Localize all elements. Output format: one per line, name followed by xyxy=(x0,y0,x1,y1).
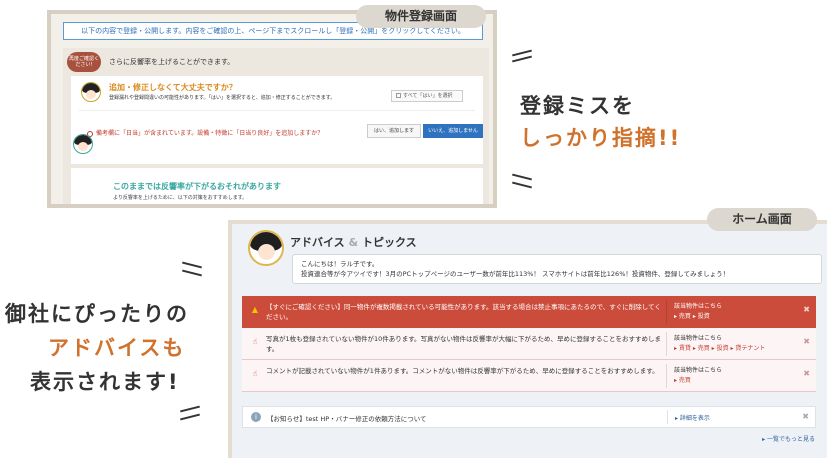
caption-mistake-line2: しっかり指摘!! xyxy=(520,126,682,150)
response-drop-card: このままでは反響率が下がるおそれがあります より反響率を上げるために、以下の対策… xyxy=(71,168,483,204)
select-all-yes-button[interactable]: すべて「はい」を選択 xyxy=(391,90,463,102)
improvement-panel-title: さらに反響率を上げることができます。 xyxy=(109,58,235,66)
accent-dash xyxy=(182,269,202,277)
divider xyxy=(666,300,667,324)
accent-dash xyxy=(180,405,200,413)
close-icon[interactable]: ✖ xyxy=(803,305,810,314)
check-card-subtitle: 登録漏れや登録間違いの可能性があります。「はい」を選択すると、追加・修正すること… xyxy=(109,95,336,101)
accent-dash xyxy=(512,55,532,63)
divider xyxy=(666,364,667,388)
alert-message: 写真が1枚も登録されていない物件が10件あります。写真がない物件は反響率が大幅に… xyxy=(266,335,662,353)
alert-row: ☝ 写真が1枚も登録されていない物件が10件あります。写真がない物件は反響率が大… xyxy=(242,328,816,360)
caption-advice-line2: アドバイスも xyxy=(48,336,186,360)
info-icon: i xyxy=(251,412,261,422)
improvement-panel: 再度ご確認ください! さらに反響率を上げることができます。 追加・修正しなくて大… xyxy=(63,48,489,204)
advisor-message: 投資連合等が今アツイです！3月のPCトップページのユーザー数が前年比113%！ … xyxy=(301,270,730,278)
alert-side: 該当物件はこちら ▸ 賃貸 ▸ 売買 ▸ 投資 ▸ 貸テナント xyxy=(674,334,794,354)
home-screen-body: アドバイス & トピックス こんにちは！ラル子です。 投資連合等が今アツイです！… xyxy=(232,224,827,458)
caption-mistake-line1: 登録ミスを xyxy=(520,94,635,118)
alert-list: ▲ 【すぐにご確認ください】同一物件が複数掲載されている可能性があります。該当す… xyxy=(242,296,816,392)
see-more-link[interactable]: ▸ 一覧でもっと見る xyxy=(762,434,815,443)
alert-side: 該当物件はこちら ▸ 売買 ▸ 投資 xyxy=(674,302,794,322)
home-screen-tag: ホーム画面 xyxy=(707,208,817,231)
close-icon[interactable]: ✖ xyxy=(803,337,810,346)
yes-add-button[interactable]: はい、追加します xyxy=(367,124,421,138)
alert-message: コメントが記載されていない物件が1件あります。コメントがない物件は反響率が下がる… xyxy=(266,367,659,375)
alert-property-links[interactable]: ▸ 売買 ▸ 投資 xyxy=(674,312,794,322)
alert-row: ▲ 【すぐにご確認ください】同一物件が複数掲載されている可能性があります。該当す… xyxy=(242,296,816,328)
close-icon[interactable]: ✖ xyxy=(803,369,810,378)
advisor-avatar-icon xyxy=(81,82,101,102)
divider xyxy=(666,332,667,356)
response-drop-title: このままでは反響率が下がるおそれがあります xyxy=(113,182,281,191)
info-row: i 【お知らせ】test HP・バナー修正の依頼方法について ▸ 詳細を表示 ✖ xyxy=(242,406,816,428)
caption-advice-line3: 表示されます! xyxy=(30,370,180,394)
alert-property-links[interactable]: ▸ 賃貸 ▸ 売買 ▸ 投資 ▸ 貸テナント xyxy=(674,344,794,354)
response-drop-subtitle: より反響率を上げるために、以下の対策をおすすめします。 xyxy=(113,195,248,201)
registration-screen-tag: 物件登録画面 xyxy=(356,5,486,28)
advisor-avatar-icon xyxy=(248,230,284,266)
info-message: 【お知らせ】test HP・バナー修正の依頼方法について xyxy=(267,415,427,423)
alert-row: ☝ コメントが記載されていない物件が1件あります。コメントがない物件は反響率が下… xyxy=(242,360,816,392)
reconfirm-bubble: 再度ご確認ください! xyxy=(67,52,101,72)
advisor-greeting: こんにちは！ラル子です。 xyxy=(301,260,379,268)
advisor-message-bubble: こんにちは！ラル子です。 投資連合等が今アツイです！3月のPCトップページのユー… xyxy=(292,254,822,284)
advice-topics-title: アドバイス & トピックス xyxy=(290,236,417,249)
alert-side-label: 該当物件はこちら xyxy=(674,303,723,310)
alert-side-label: 該当物件はこちら xyxy=(674,335,723,342)
home-screen: アドバイス & トピックス こんにちは！ラル子です。 投資連合等が今アツイです！… xyxy=(228,220,827,458)
close-icon[interactable]: ✖ xyxy=(802,412,809,421)
warning-row: 備考欄に「日当」が含まれています。設備・特徴に「日当り良好」を追加しますか？ xyxy=(87,128,323,137)
divider xyxy=(79,110,475,111)
accent-dash xyxy=(512,181,532,189)
alert-side-label: 該当物件はこちら xyxy=(674,367,723,374)
pointer-icon: ☝ xyxy=(252,369,258,378)
accent-dash xyxy=(180,413,200,421)
accent-dash xyxy=(512,173,532,181)
registration-screen: 以下の内容で登録・公開します。内容をご確認の上、ページ下までスクロールし「登録・… xyxy=(47,10,497,208)
no-add-button[interactable]: いいえ、追加しません xyxy=(423,124,483,138)
caption-advice-line1: 御社にぴったりの xyxy=(5,302,189,326)
alert-side: 該当物件はこちら ▸ 売買 xyxy=(674,366,794,386)
check-card-title: 追加・修正しなくて大丈夫ですか？ xyxy=(109,83,237,92)
warning-icon: ▲ xyxy=(251,305,259,314)
alert-property-links[interactable]: ▸ 売買 xyxy=(674,376,794,386)
promo-composition: 以下の内容で登録・公開します。内容をご確認の上、ページ下までスクロールし「登録・… xyxy=(0,0,827,458)
divider xyxy=(667,410,668,424)
check-card: 追加・修正しなくて大丈夫ですか？ 登録漏れや登録間違いの可能性があります。「はい… xyxy=(71,76,483,164)
registration-screen-body: 以下の内容で登録・公開します。内容をご確認の上、ページ下までスクロールし「登録・… xyxy=(51,14,493,204)
advisor-avatar-icon xyxy=(73,134,93,154)
checkbox-icon xyxy=(396,93,401,98)
alert-message: 【すぐにご確認ください】同一物件が複数掲載されている可能性があります。該当する場… xyxy=(266,303,661,321)
show-details-link[interactable]: ▸ 詳細を表示 xyxy=(675,413,710,422)
pointer-icon: ☝ xyxy=(252,337,258,346)
accent-dash xyxy=(182,261,202,269)
